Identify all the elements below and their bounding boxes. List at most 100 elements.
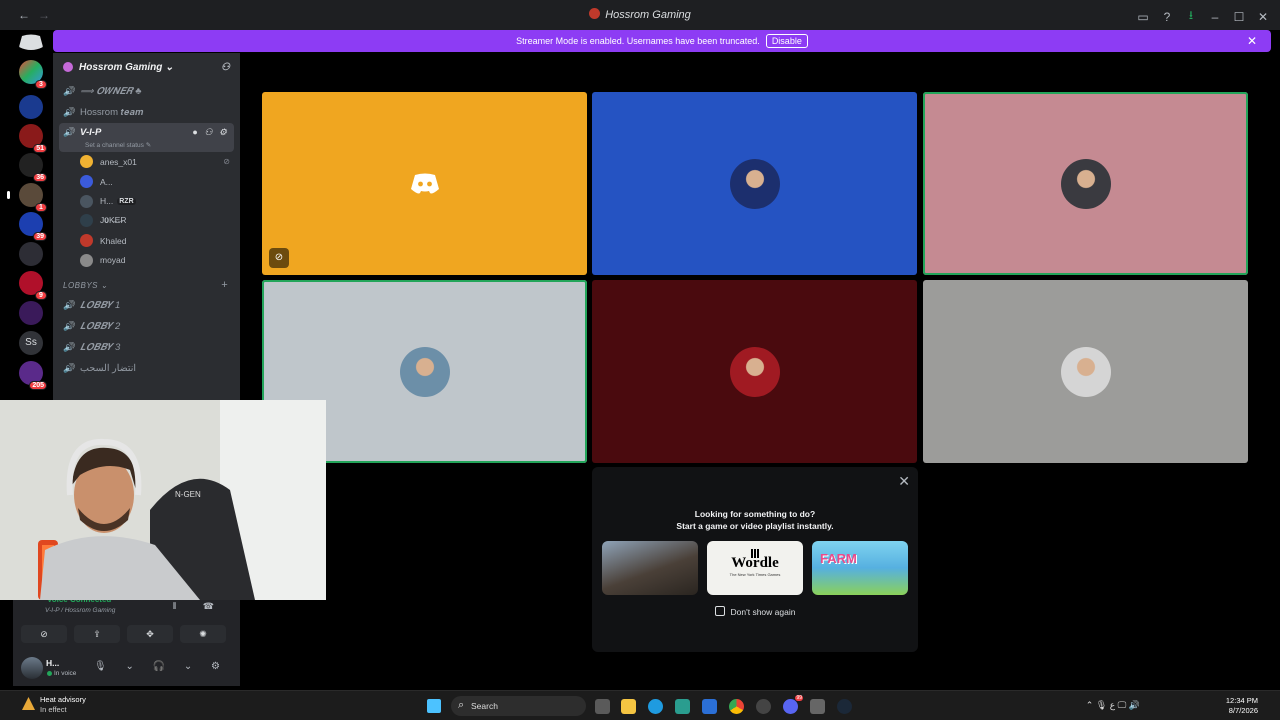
video-tile[interactable]: ⊘: [262, 92, 587, 275]
minimize-icon[interactable]: –: [1208, 10, 1222, 24]
store-icon[interactable]: [675, 699, 690, 714]
channel-team[interactable]: 🔊 Hossrom 𝒕𝒆𝒂𝒎: [53, 102, 240, 123]
steam-icon[interactable]: [837, 699, 852, 714]
add-user-icon[interactable]: ⚇: [221, 62, 230, 73]
wordle-grid-icon: [751, 549, 760, 558]
maximize-icon[interactable]: ☐: [1232, 10, 1246, 24]
video-tile[interactable]: [592, 92, 917, 275]
avatar: [80, 234, 93, 248]
avatar: [729, 346, 780, 397]
server-icon-4[interactable]: 36: [19, 153, 47, 182]
activity-heading: Looking for something to do?: [694, 509, 816, 519]
voice-icons[interactable]: ⦀ ☎: [172, 601, 226, 612]
voice-member[interactable]: J𝟎K̶E̶R: [53, 211, 240, 231]
discord-home-icon[interactable]: [19, 33, 43, 51]
member-name: Khaled: [100, 235, 127, 246]
activity-card-game[interactable]: [602, 541, 698, 595]
video-tile[interactable]: [923, 92, 1248, 275]
voice-member[interactable]: moyad: [53, 250, 240, 270]
server-icon-1[interactable]: 3: [19, 60, 47, 89]
server-icon-8[interactable]: 9: [19, 271, 47, 300]
server-icon-ss[interactable]: Ss: [19, 331, 43, 355]
search-input[interactable]: Search: [451, 696, 586, 716]
voice-member[interactable]: anes_x01 ⊘: [53, 152, 240, 172]
channel-lobby-2[interactable]: 🔊 𝑳𝑶𝑩𝑩𝒀 2: [53, 316, 240, 337]
category-lobbys[interactable]: LOBBYS ⌄ +: [53, 275, 240, 295]
avatar: [1060, 158, 1111, 209]
user-name: H...: [46, 658, 60, 668]
user-area: H... In voice 🎙 ⌄ 🎧 ⌄ ⚙: [13, 652, 240, 686]
channel-waiting[interactable]: 🔊 انتضار السحب: [53, 358, 240, 379]
video-tile[interactable]: [923, 280, 1248, 463]
help-icon[interactable]: ?: [1160, 10, 1174, 24]
channel-lobby-3[interactable]: 🔊 𝑳𝑶𝑩𝑩𝒀 3: [53, 337, 240, 358]
member-name: J𝟎K̶E̶R: [100, 215, 127, 226]
user-controls[interactable]: 🎙 ⌄ 🎧 ⌄ ⚙: [94, 661, 228, 672]
server-icon-2[interactable]: [19, 95, 43, 119]
avatar[interactable]: [21, 657, 43, 679]
server-logo-icon: [63, 62, 73, 72]
speaker-icon: 🔊: [63, 321, 75, 332]
video-tile[interactable]: [592, 280, 917, 463]
activity-button[interactable]: ✥: [127, 625, 173, 643]
screen-share-button[interactable]: ⇪: [74, 625, 120, 643]
activity-card-farm[interactable]: FARM: [812, 541, 908, 595]
checkbox-icon: [714, 606, 725, 616]
discord-taskbar-icon[interactable]: 99: [783, 695, 803, 714]
dont-show-checkbox[interactable]: Don't show again: [592, 606, 918, 617]
webcam-image: N-GEN: [0, 400, 326, 600]
channel-status[interactable]: Set a channel status ✎: [85, 141, 151, 149]
window-title: Hossrom Gaming: [605, 9, 691, 21]
video-off-button[interactable]: ⊘: [21, 625, 67, 643]
weather-widget[interactable]: Heat advisory In effect: [22, 695, 86, 715]
taskbar: Heat advisory In effect Search 99 ⌃ 🎙 ع …: [0, 690, 1280, 720]
speaker-icon: 🔊: [63, 363, 75, 374]
voice-member[interactable]: Khaled: [53, 231, 240, 251]
speaker-icon: 🔊: [63, 342, 75, 353]
server-icon-9[interactable]: [19, 301, 43, 325]
server-icon: [589, 8, 601, 19]
app-icon[interactable]: [756, 699, 771, 714]
activity-close-icon[interactable]: ✕: [898, 473, 910, 490]
inbox-icon[interactable]: ▭: [1136, 10, 1150, 24]
chrome-icon[interactable]: [729, 699, 744, 714]
mail-icon[interactable]: [702, 699, 717, 714]
add-channel-icon[interactable]: +: [221, 279, 228, 291]
close-icon[interactable]: ✕: [1256, 10, 1270, 24]
muted-icon: ⊘: [223, 157, 230, 167]
task-view-icon[interactable]: [595, 699, 610, 714]
title-bar: ← → Hossrom Gaming ▭ ? ⭳ – ☐ ✕: [0, 0, 1280, 30]
edge-icon[interactable]: [648, 699, 663, 714]
channel-tools[interactable]: ● ⚇ ⚙: [192, 127, 229, 138]
member-tag: RZR: [117, 197, 136, 205]
server-icon-6[interactable]: 39: [19, 212, 47, 241]
banner-text: Streamer Mode is enabled. Usernames have…: [516, 36, 760, 46]
download-icon[interactable]: ⭳: [1184, 6, 1198, 27]
server-icon-5[interactable]: 1: [7, 183, 47, 212]
file-explorer-icon[interactable]: [621, 699, 636, 714]
soundboard-button[interactable]: ✺: [180, 625, 226, 643]
app-icon-2[interactable]: [810, 699, 825, 714]
speaker-icon: 🔊: [63, 300, 75, 311]
server-header[interactable]: Hossrom Gaming ⌄ ⚇: [53, 53, 240, 81]
muted-icon: ⊘: [269, 248, 289, 268]
activity-card-wordle[interactable]: Wordle The New York Times Games: [707, 541, 803, 595]
disable-streamer-button[interactable]: Disable: [765, 34, 808, 48]
server-icon-7[interactable]: [19, 242, 43, 266]
windows-start-icon[interactable]: [427, 699, 441, 713]
svg-text:N-GEN: N-GEN: [175, 490, 201, 499]
avatar: [80, 175, 93, 189]
banner-close-icon[interactable]: ✕: [1247, 34, 1257, 48]
user-status: In voice: [46, 670, 77, 677]
channel-owner[interactable]: 🔊 ⟹ 𝑶𝑾𝑵𝑬𝑹 ♣: [53, 81, 240, 102]
system-tray[interactable]: ⌃ 🎙 ع 🖵 🔊: [1086, 700, 1140, 711]
channel-vip[interactable]: 🔊 V-I-P Set a channel status ✎ ● ⚇ ⚙: [59, 123, 234, 152]
server-icon-3[interactable]: 51: [19, 124, 47, 153]
clock[interactable]: 12:34 PM 8/7/2026: [1226, 696, 1258, 716]
channel-lobby-1[interactable]: 🔊 𝑳𝑶𝑩𝑩𝒀 1: [53, 295, 240, 316]
voice-member[interactable]: H... RZR: [53, 191, 240, 211]
voice-channel[interactable]: V-I-P / Hossrom Gaming: [45, 607, 115, 614]
avatar: [80, 194, 93, 208]
voice-member[interactable]: A...: [53, 172, 240, 192]
server-icon-11[interactable]: 205: [19, 361, 47, 390]
